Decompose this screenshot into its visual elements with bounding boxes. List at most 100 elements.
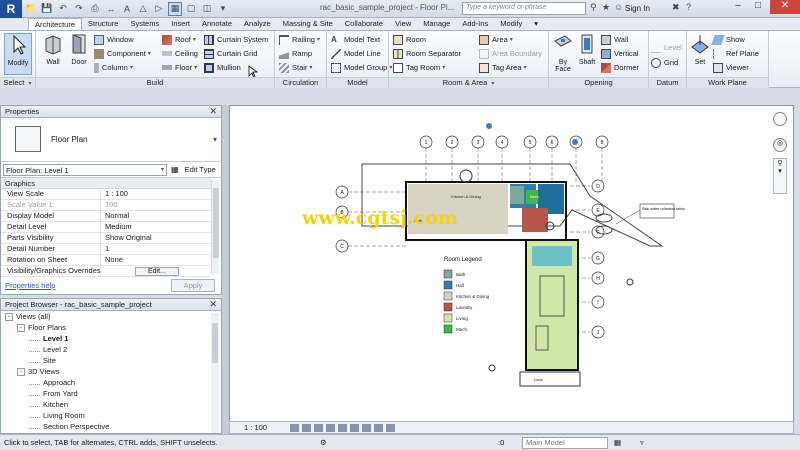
worksharing-icon[interactable]: ⚙	[320, 438, 327, 447]
show-crop-icon[interactable]	[350, 423, 359, 432]
wall-opening-button[interactable]: Wall	[601, 33, 628, 46]
column-button[interactable]: Column ▾	[94, 61, 133, 74]
deck[interactable]	[519, 371, 581, 387]
mech-tag[interactable]: Mech.	[530, 195, 540, 199]
browser-node[interactable]: - Views (all)	[1, 311, 221, 322]
instance-filter-select[interactable]: Floor Plan: Level 1 ▾	[3, 163, 167, 176]
grid-button[interactable]: Grid	[651, 56, 678, 69]
graphics-group[interactable]: Graphics	[1, 178, 211, 189]
prop-row[interactable]: Parts Visibility Show Original	[1, 233, 211, 244]
tab-systems[interactable]: Systems	[124, 18, 165, 30]
room-separator-button[interactable]: Room Separator	[393, 47, 461, 60]
tab-add-ins[interactable]: Add-Ins	[456, 18, 494, 30]
tab-massing-site[interactable]: Massing & Site	[277, 18, 339, 30]
detail-level-icon[interactable]	[290, 423, 299, 432]
properties-close-icon[interactable]: ✕	[209, 106, 217, 117]
prop-row[interactable]: Detail Number 1	[1, 244, 211, 255]
tree-expander-icon[interactable]: -	[5, 312, 13, 321]
browser-node[interactable]: -3D Views	[1, 366, 221, 377]
sun-path-icon[interactable]	[314, 423, 323, 432]
tab-annotate[interactable]: Annotate	[196, 18, 238, 30]
3d-view-icon[interactable]: △	[136, 2, 150, 16]
open-icon[interactable]: 📁	[24, 2, 38, 16]
browser-node[interactable]: From Yard	[1, 388, 221, 399]
tab-insert[interactable]: Insert	[165, 18, 196, 30]
deck-tag[interactable]: Deck	[534, 377, 543, 382]
prop-row[interactable]: View Scale 1 : 100	[1, 189, 211, 200]
tag-icon[interactable]: A	[120, 2, 134, 16]
prop-value[interactable]: None	[101, 255, 211, 265]
shaft-button[interactable]: Shaft	[575, 33, 599, 66]
tab-structure[interactable]: Structure	[82, 18, 124, 30]
crop-view-icon[interactable]	[338, 423, 347, 432]
model-line-button[interactable]: Model Line	[331, 47, 381, 60]
app-menu-button[interactable]: R	[0, 0, 22, 18]
dormer-button[interactable]: Dormer	[601, 61, 639, 74]
close-hidden-icon[interactable]: ▢	[184, 2, 198, 16]
section-marker-icon[interactable]	[486, 123, 492, 129]
room-legend-title[interactable]: Room Legend	[444, 257, 482, 263]
panel-splitter[interactable]	[222, 105, 229, 434]
tab-collaborate[interactable]: Collaborate	[339, 18, 389, 30]
floor-plan-drawing[interactable]: 12345678 ABC DEFGHIJ Kitchen & Dining Ba…	[230, 106, 795, 422]
close-icon[interactable]: ✕	[770, 0, 800, 14]
help-search-input[interactable]: Type a keyword or phrase	[462, 2, 586, 15]
model-group-button[interactable]: Model Group ▾	[331, 61, 392, 74]
prop-value[interactable]: Show Original	[101, 233, 211, 243]
switch-windows-icon[interactable]: ◫	[200, 2, 214, 16]
apply-button[interactable]: Apply	[171, 279, 215, 292]
temp-hide-icon[interactable]	[362, 423, 371, 432]
elevation-marker-icon[interactable]	[488, 364, 496, 372]
prop-row[interactable]: Detail Level Medium	[1, 222, 211, 233]
mullion-button[interactable]: Mullion	[204, 61, 241, 74]
type-dropdown-icon[interactable]: ▾	[213, 135, 217, 144]
room-button[interactable]: Room	[393, 33, 426, 46]
elevation-marker-icon[interactable]	[626, 278, 634, 286]
workset-selector[interactable]: Main Model	[522, 437, 608, 449]
maximize-icon[interactable]: □	[748, 0, 768, 14]
tag-area-button[interactable]: Tag Area ▾	[479, 61, 527, 74]
shadows-icon[interactable]	[326, 423, 335, 432]
room-legend[interactable]: Bath Hall Kitchen & Dining Laundry Living Mec…	[443, 269, 490, 334]
railing-button[interactable]: Railing ▾	[279, 33, 320, 46]
properties-scrollbar[interactable]	[211, 180, 219, 274]
tab-manage[interactable]: Manage	[417, 18, 456, 30]
ribbon-minimize-icon[interactable]: ▾	[528, 18, 544, 30]
area-boundary-button[interactable]: Area Boundary	[479, 47, 542, 60]
modify-button[interactable]: Modify	[4, 33, 32, 75]
prop-row[interactable]: Display Model Normal	[1, 211, 211, 222]
browser-scrollbar[interactable]	[211, 313, 219, 433]
door-button[interactable]: Door	[66, 33, 92, 66]
exchange-apps-icon[interactable]: ✖	[672, 2, 680, 13]
measure-icon[interactable]: ↔	[104, 2, 118, 16]
component-button[interactable]: Component ▾	[94, 47, 151, 60]
edit-type-button[interactable]: Edit Type	[185, 165, 216, 174]
tree-expander-icon[interactable]: -	[17, 323, 25, 332]
browser-node[interactable]: Living Room	[1, 410, 221, 421]
zoom-icon[interactable]: ⚲ ▾	[773, 158, 787, 194]
browser-node[interactable]: - Floor Plans	[1, 322, 221, 333]
by-face-button[interactable]: By Face	[551, 33, 575, 73]
tag-room-button[interactable]: Tag Room ▾	[393, 61, 445, 74]
room-bath[interactable]	[510, 186, 524, 204]
qat-customize-icon[interactable]: ▾	[216, 2, 230, 16]
view-cube-nav-bar[interactable]	[773, 112, 787, 126]
edit-type-icon[interactable]: ▦	[171, 165, 179, 174]
undo-icon[interactable]: ↶	[56, 2, 70, 16]
curtain-system-button[interactable]: Curtain System	[204, 33, 268, 46]
level-button[interactable]: Level	[651, 41, 682, 54]
type-selector[interactable]: Floor Plan ▾	[1, 118, 221, 162]
model-text-button[interactable]: A Model Text	[331, 33, 380, 46]
browser-node[interactable]: Approach	[1, 377, 221, 388]
properties-scroll-thumb[interactable]	[213, 188, 219, 258]
stair-button[interactable]: Stair ▾	[279, 61, 312, 74]
sign-in-link[interactable]: Sign In	[625, 4, 650, 13]
ref-plane-button[interactable]: Ref Plane	[713, 47, 759, 60]
minimize-icon[interactable]: –	[728, 0, 748, 14]
ramp-button[interactable]: Ramp	[279, 47, 312, 60]
thin-lines-icon[interactable]: ▦	[168, 1, 182, 16]
section-marker-icon[interactable]	[572, 139, 578, 145]
panel-room-area-title[interactable]: Room & Area ▾	[389, 77, 548, 88]
binoculars-icon[interactable]: ⚲	[590, 2, 597, 13]
save-icon[interactable]: 💾	[40, 2, 54, 16]
